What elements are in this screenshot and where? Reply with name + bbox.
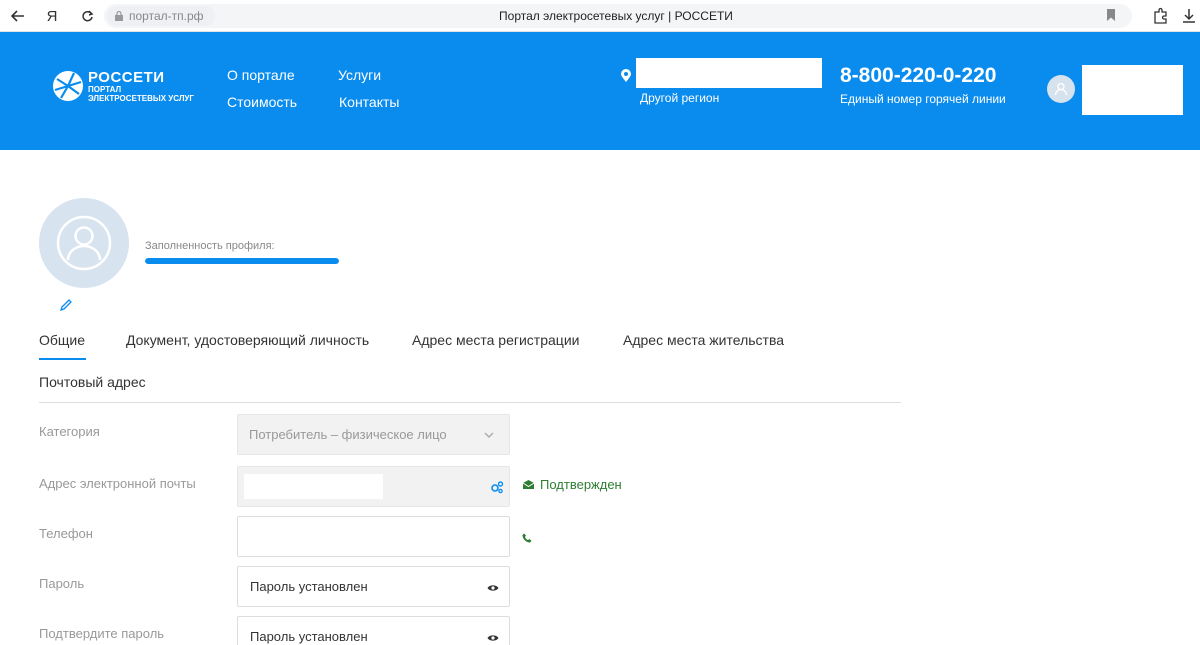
- pencil-icon[interactable]: [59, 298, 73, 312]
- tab-general[interactable]: Общие: [39, 332, 85, 348]
- tab-registration-address[interactable]: Адрес места регистрации: [412, 332, 579, 348]
- extensions-icon[interactable]: [1152, 7, 1170, 25]
- logo-sub-1: ПОРТАЛ: [88, 85, 122, 94]
- chevron-down-icon: [483, 429, 495, 441]
- nav-services[interactable]: Услуги: [338, 67, 381, 83]
- phone-label: Телефон: [39, 526, 93, 541]
- envelope-open-icon: [522, 480, 535, 489]
- tab-residence-address[interactable]: Адрес места жительства: [623, 332, 784, 348]
- phone-input[interactable]: [237, 516, 510, 557]
- page-title: Портал электросетевых услуг | РОССЕТИ: [499, 9, 733, 23]
- email-verified-text: Подтвержден: [540, 477, 622, 492]
- active-tab-indicator: [39, 358, 86, 360]
- downloads-icon[interactable]: [1180, 7, 1198, 25]
- profile-completeness-label: Заполненность профиля:: [145, 240, 275, 252]
- password-value: Пароль установлен: [250, 579, 368, 594]
- profile-completeness-bar: [145, 258, 339, 264]
- tabs-divider: [39, 402, 901, 403]
- password-input[interactable]: Пароль установлен: [237, 566, 510, 607]
- rosseti-logo-icon: [53, 71, 83, 101]
- user-avatar-icon[interactable]: [1047, 75, 1075, 103]
- site-header: РОССЕТИ ПОРТАЛ ЭЛЕКТРОСЕТЕВЫХ УСЛУГ О по…: [0, 32, 1200, 150]
- rosseti-logo[interactable]: РОССЕТИ ПОРТАЛ ЭЛЕКТРОСЕТЕВЫХ УСЛУГ: [52, 70, 194, 103]
- tab-identity-document[interactable]: Документ, удостоверяющий личность: [126, 332, 369, 348]
- category-label: Категория: [39, 424, 100, 439]
- hotline-phone[interactable]: 8-800-220-0-220: [840, 64, 996, 88]
- nav-about[interactable]: О портале: [227, 67, 295, 83]
- logo-sub-2: ЭЛЕКТРОСЕТЕВЫХ УСЛУГ: [88, 94, 194, 103]
- tab-postal-address[interactable]: Почтовый адрес: [39, 374, 146, 390]
- eye-icon[interactable]: [487, 631, 499, 641]
- logo-brand: РОССЕТИ: [88, 69, 165, 86]
- user-silhouette-icon: [56, 215, 112, 271]
- gears-icon[interactable]: [490, 480, 504, 494]
- email-label: Адрес электронной почты: [39, 476, 196, 491]
- eye-icon[interactable]: [487, 581, 499, 591]
- nav-cost[interactable]: Стоимость: [227, 94, 297, 110]
- category-value: Потребитель – физическое лицо: [249, 427, 447, 442]
- user-name-box[interactable]: [1082, 65, 1183, 115]
- category-select[interactable]: Потребитель – физическое лицо: [237, 414, 510, 455]
- password-label: Пароль: [39, 576, 85, 591]
- bookmark-icon[interactable]: [1105, 8, 1119, 24]
- confirm-password-value: Пароль установлен: [250, 629, 368, 644]
- nav-contacts[interactable]: Контакты: [339, 94, 399, 110]
- phone-handset-icon[interactable]: [522, 530, 532, 543]
- profile-completeness-fill: [145, 258, 339, 264]
- hotline-caption: Единый номер горячей линии: [840, 92, 1006, 106]
- region-name-field[interactable]: [636, 58, 822, 88]
- confirm-password-label: Подтвердите пароль: [39, 626, 165, 641]
- email-verified-status: Подтвержден: [522, 477, 622, 492]
- other-region-link[interactable]: Другой регион: [640, 91, 719, 105]
- browser-toolbar: Я портал-тп.рф Портал электросетевых усл…: [0, 0, 1200, 32]
- profile-avatar[interactable]: [39, 198, 129, 288]
- location-pin-icon: [620, 69, 632, 83]
- email-value-box: [244, 474, 383, 499]
- confirm-password-input[interactable]: Пароль установлен: [237, 616, 510, 645]
